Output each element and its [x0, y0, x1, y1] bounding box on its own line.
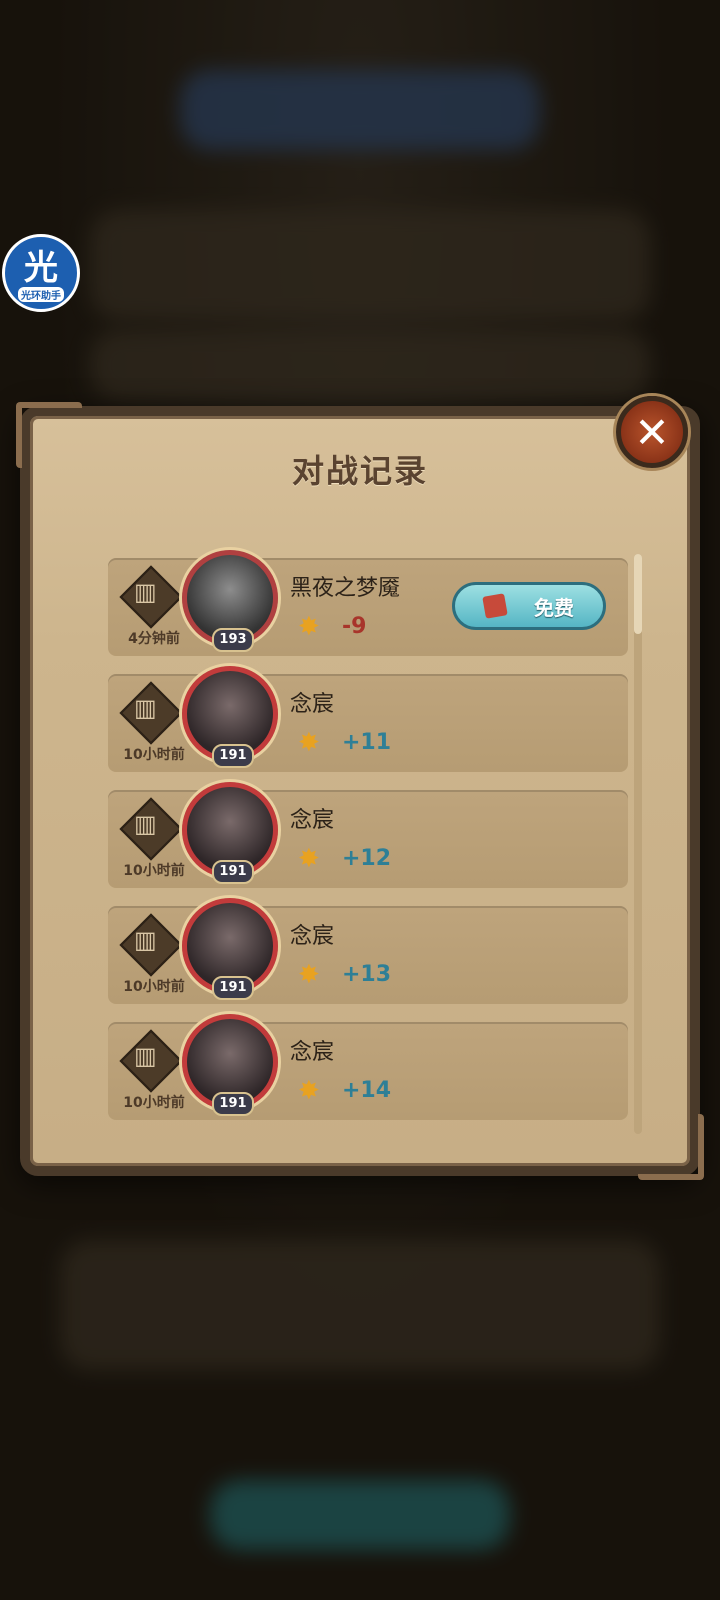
- record-row[interactable]: ▥ 10小时前 191 念宸 ✸ +11: [108, 666, 628, 772]
- free-button-label: 免费: [534, 595, 574, 620]
- score-change: +13: [342, 962, 392, 987]
- score-change: -9: [342, 614, 367, 639]
- rank-medal-icon: ✸: [298, 1076, 320, 1106]
- record-time: 10小时前: [123, 863, 185, 879]
- bar-chart-icon: ▥: [134, 694, 157, 722]
- panel-title: 对战记录: [291, 452, 428, 490]
- opponent-level: 191: [212, 860, 254, 884]
- record-row[interactable]: ▥ 4分钟前 193 黑夜之梦魇 ✸ -9 免费: [108, 550, 628, 656]
- battle-record-panel: 对战记录 ▥ 4分钟前 193 黑夜之梦魇 ✸ -9 免费 ▥ 10小时前 19…: [16, 402, 704, 1180]
- opponent-name: 黑夜之梦魇: [290, 576, 401, 601]
- record-time: 10小时前: [123, 1095, 185, 1111]
- score-change: +12: [342, 846, 392, 871]
- opponent-name: 念宸: [290, 692, 335, 717]
- opponent-level: 191: [212, 744, 254, 768]
- scrollbar-track[interactable]: [634, 554, 642, 1134]
- bar-chart-icon: ▥: [134, 810, 157, 838]
- opponent-level: 191: [212, 1092, 254, 1116]
- score-change: +11: [342, 730, 392, 755]
- record-time: 10小时前: [123, 979, 185, 995]
- record-row[interactable]: ▥ 10小时前 191 念宸 ✸ +13: [108, 898, 628, 1004]
- bar-chart-icon: ▥: [134, 1042, 157, 1070]
- rank-medal-icon: ✸: [298, 612, 320, 642]
- bar-chart-icon: ▥: [134, 578, 157, 606]
- scrollbar-thumb[interactable]: [634, 554, 642, 634]
- opponent-name: 念宸: [290, 924, 335, 949]
- helper-badge[interactable]: 光 光环助手: [2, 234, 80, 312]
- opponent-level: 193: [212, 628, 254, 652]
- close-icon: ✕: [634, 407, 670, 457]
- opponent-level: 191: [212, 976, 254, 1000]
- helper-glyph: 光: [24, 247, 58, 288]
- panel-corner-decoration: [638, 1114, 704, 1180]
- opponent-name: 念宸: [290, 1040, 335, 1065]
- rank-medal-icon: ✸: [298, 728, 320, 758]
- record-list: ▥ 4分钟前 193 黑夜之梦魇 ✸ -9 免费 ▥ 10小时前 191 念宸 …: [108, 550, 628, 1138]
- score-change: +14: [342, 1078, 392, 1103]
- helper-label: 光环助手: [18, 286, 64, 302]
- bar-chart-icon: ▥: [134, 926, 157, 954]
- close-button[interactable]: ✕: [616, 396, 688, 468]
- rank-medal-icon: ✸: [298, 844, 320, 874]
- record-row[interactable]: ▥ 10小时前 191 念宸 ✸ +12: [108, 782, 628, 888]
- record-row[interactable]: ▥ 10小时前 191 念宸 ✸ +14: [108, 1014, 628, 1120]
- rank-medal-icon: ✸: [298, 960, 320, 990]
- opponent-name: 念宸: [290, 808, 335, 833]
- ticket-icon: [482, 593, 508, 619]
- record-time: 4分钟前: [128, 631, 180, 647]
- free-revenge-button[interactable]: 免费: [452, 582, 606, 630]
- record-time: 10小时前: [123, 747, 185, 763]
